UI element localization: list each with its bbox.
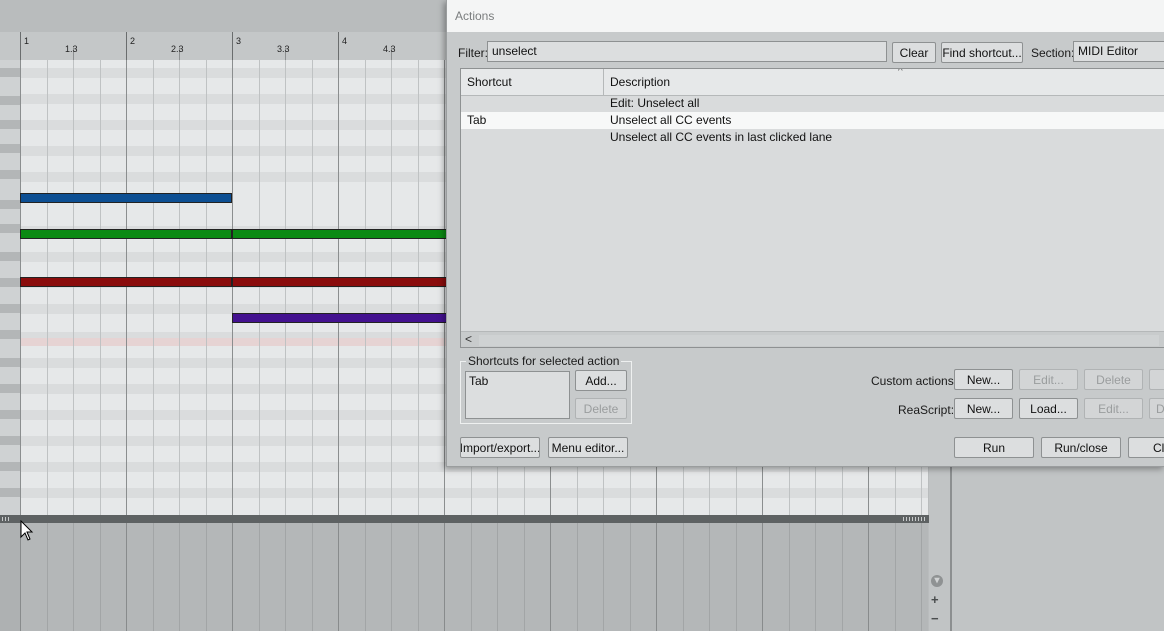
midi-note-purple[interactable] <box>232 313 452 323</box>
action-list[interactable]: Shortcut Description ^ Edit: Unselect al… <box>460 68 1164 348</box>
load-reascript-button[interactable]: Load... <box>1019 398 1078 419</box>
shortcut-list-item[interactable]: Tab <box>469 374 488 388</box>
filter-input[interactable]: unselect <box>487 41 887 62</box>
zoom-out-icon[interactable]: − <box>931 611 939 626</box>
list-item-description: Unselect all CC events in last clicked l… <box>610 130 833 144</box>
custom-action-extra-button[interactable] <box>1149 369 1164 390</box>
midi-note-blue[interactable] <box>20 193 232 203</box>
ruler-label-3: 3 <box>236 36 242 46</box>
sort-ascending-icon: ^ <box>898 68 903 77</box>
column-header-shortcut[interactable]: Shortcut <box>467 75 512 89</box>
cc-lane[interactable] <box>20 523 928 631</box>
section-select[interactable]: MIDI Editor <box>1073 41 1164 62</box>
cc-lane-divider[interactable] <box>0 515 929 523</box>
new-custom-action-button[interactable]: New... <box>954 369 1013 390</box>
delete-custom-action-button[interactable]: Delete <box>1084 369 1143 390</box>
ruler-label-2: 2 <box>130 36 136 46</box>
list-header: Shortcut Description ^ <box>461 69 1164 96</box>
filter-label: Filter: <box>458 46 488 60</box>
run-button[interactable]: Run <box>954 437 1034 458</box>
edit-custom-action-button[interactable]: Edit... <box>1019 369 1078 390</box>
ruler-label-1: 1 <box>24 36 30 46</box>
list-item[interactable]: Tab Unselect all CC events <box>461 112 1164 129</box>
section-label: Section: <box>1031 46 1075 60</box>
midi-note-red[interactable] <box>232 277 452 287</box>
midi-note-green[interactable] <box>232 229 452 239</box>
import-export-button[interactable]: Import/export... <box>460 437 540 458</box>
window-title: Actions <box>455 9 495 23</box>
cc-lane-header[interactable] <box>0 523 20 631</box>
ruler-label-1-3: 1.3 <box>65 44 78 54</box>
close-button[interactable]: Cl <box>1128 437 1164 458</box>
mouse-cursor-icon <box>20 519 34 545</box>
timeline-ruler[interactable]: 1 1.3 2 2.3 3 3.3 4 4.3 <box>0 32 446 60</box>
scroll-left-icon[interactable]: < <box>465 332 472 346</box>
new-reascript-button[interactable]: New... <box>954 398 1013 419</box>
midi-note-green[interactable] <box>20 229 232 239</box>
shortcut-listbox[interactable]: Tab <box>465 371 570 419</box>
list-item-description: Unselect all CC events <box>610 113 732 127</box>
actions-window: Actions Filter: unselect Clear Find shor… <box>446 0 1164 467</box>
ruler-label-3-3: 3.3 <box>277 44 290 54</box>
list-item-description: Edit: Unselect all <box>610 96 700 110</box>
piano-keyboard[interactable] <box>0 60 20 515</box>
scrollbar-thumb[interactable] <box>479 335 1159 346</box>
list-item[interactable]: Edit: Unselect all <box>461 95 1164 112</box>
run-close-button[interactable]: Run/close <box>1041 437 1121 458</box>
edit-reascript-button[interactable]: Edit... <box>1084 398 1143 419</box>
clear-button[interactable]: Clear <box>892 42 936 63</box>
column-header-description[interactable]: Description <box>610 75 670 89</box>
midi-note-red[interactable] <box>20 277 232 287</box>
delete-shortcut-button[interactable]: Delete <box>575 398 627 419</box>
ruler-label-2-3: 2.3 <box>171 44 184 54</box>
list-item-shortcut: Tab <box>467 113 487 127</box>
window-titlebar[interactable]: Actions <box>447 0 1164 32</box>
reascript-extra-button[interactable]: D <box>1149 398 1164 419</box>
horizontal-scrollbar[interactable]: < <box>461 331 1164 347</box>
custom-actions-label: Custom actions: <box>871 374 958 388</box>
add-shortcut-button[interactable]: Add... <box>575 370 627 391</box>
reascript-label: ReaScript: <box>898 403 955 417</box>
ruler-label-4: 4 <box>342 36 348 46</box>
zoom-dropdown-icon[interactable]: ▾ <box>931 575 943 587</box>
find-shortcut-button[interactable]: Find shortcut... <box>941 42 1023 63</box>
list-item[interactable]: Unselect all CC events in last clicked l… <box>461 129 1164 146</box>
zoom-in-icon[interactable]: + <box>931 592 939 607</box>
menu-editor-button[interactable]: Menu editor... <box>548 437 628 458</box>
shortcuts-group-title: Shortcuts for selected action <box>466 354 622 368</box>
ruler-label-4-3: 4.3 <box>383 44 396 54</box>
